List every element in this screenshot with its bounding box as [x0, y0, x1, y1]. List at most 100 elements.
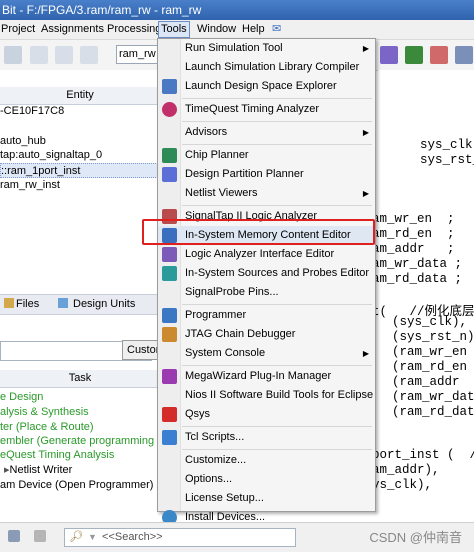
menu-item-label: Logic Analyzer Interface Editor [185, 248, 335, 260]
toolbar-button[interactable] [405, 46, 423, 64]
menu-tools[interactable]: Tools [158, 21, 190, 38]
menu-item-jtag-chain-debugger[interactable]: JTAG Chain Debugger [158, 325, 375, 344]
submenu-arrow-icon: ▶ [362, 189, 369, 198]
toolbar-button[interactable] [55, 46, 73, 64]
chip-icon [162, 148, 177, 163]
submenu-arrow-icon: ▶ [362, 128, 369, 137]
task-row[interactable]: ▸Netlist Writer [0, 463, 164, 478]
dse-icon [162, 79, 177, 94]
clock-icon [162, 102, 177, 117]
menu-item-in-system-sources-and-probes-editor[interactable]: In-System Sources and Probes Editor [158, 264, 375, 283]
task-row[interactable]: embler (Generate programming files) [0, 434, 160, 449]
code-line: (ram_wr_en [392, 345, 468, 359]
probe-icon [162, 266, 177, 281]
menu-separator [182, 205, 372, 206]
entity-header: Entity [0, 87, 160, 105]
task-row[interactable]: eQuest Timing Analysis [0, 448, 160, 463]
menu-item-label: Launch Simulation Library Compiler [185, 61, 360, 73]
entity-row[interactable]: tap:auto_signaltap_0 [0, 148, 160, 163]
tab-design-units[interactable]: Design Units [73, 298, 135, 310]
toolbar-button[interactable] [430, 46, 448, 64]
tab-files[interactable]: Files [16, 298, 39, 310]
code-line: (ram_rd_dat [392, 405, 474, 419]
menu-item-programmer[interactable]: Programmer [158, 306, 375, 325]
menu-item-label: Netlist Viewers [185, 187, 258, 199]
code-editor[interactable]: sys_clk sys_rst_ am_wr_en ; am_rd_en ; a… [372, 70, 474, 522]
menu-item-label: Advisors [185, 126, 228, 138]
menu-item-design-partition-planner[interactable]: Design Partition Planner [158, 165, 375, 184]
filter-icon[interactable] [34, 530, 46, 542]
highlight-annotation [142, 219, 375, 245]
menu-item-run-simulation-tool[interactable]: Run Simulation Tool ▶ [158, 39, 375, 58]
code-line: (ram_rd_en [392, 360, 468, 374]
menu-item-label: Customize... [185, 454, 247, 466]
toolbar-button[interactable] [4, 46, 22, 64]
menu-item-label: JTAG Chain Debugger [185, 328, 296, 340]
menu-item-launch-simulation-library-compiler[interactable]: Launch Simulation Library Compiler [158, 58, 375, 77]
menu-item-label: SignalProbe Pins... [185, 286, 279, 298]
menu-item-label: License Setup... [185, 492, 264, 504]
code-line: am_addr ; [372, 242, 455, 256]
entity-row[interactable]: ram_rw_inst [0, 178, 160, 193]
menu-item-qsys[interactable]: Qsys [158, 405, 375, 424]
task-row[interactable]: am Device (Open Programmer) [0, 478, 160, 493]
menu-assignments[interactable]: Assignments [41, 22, 104, 37]
menu-item-megawizard-plug-in-manager[interactable]: MegaWizard Plug-In Manager [158, 367, 375, 386]
task-row[interactable]: alysis & Synthesis [0, 405, 160, 420]
window-title: Bit - F:/FPGA/3.ram/ram_rw - ram_rw [2, 3, 202, 17]
menu-item-label: Design Partition Planner [185, 168, 304, 180]
search-icon: 🔎︎ [69, 531, 83, 543]
menu-item-license-setup[interactable]: License Setup... [158, 489, 375, 508]
submenu-arrow-icon: ▶ [362, 349, 369, 358]
menu-help[interactable]: Help [242, 22, 265, 37]
dropdown-icon: ▼ [88, 532, 97, 542]
menu-item-options[interactable]: Options... [158, 470, 375, 489]
toolbar-button[interactable] [380, 46, 398, 64]
menu-item-advisors[interactable]: Advisors ▶ [158, 123, 375, 142]
menu-item-launch-design-space-explorer[interactable]: Launch Design Space Explorer [158, 77, 375, 96]
help-chat-icon[interactable]: ✉ [272, 22, 281, 37]
menu-item-system-console[interactable]: System Console ▶ [158, 344, 375, 363]
entity-row-selected[interactable]: ::ram_1port_inst [0, 163, 160, 178]
menu-item-label: Chip Planner [185, 149, 249, 161]
code-line: (sys_clk), [392, 315, 468, 329]
design-units-icon [58, 298, 68, 308]
task-row[interactable]: ter (Place & Route) [0, 420, 160, 435]
toolbar-button[interactable] [455, 46, 473, 64]
menu-item-timequest-timing-analyzer[interactable]: TimeQuest Timing Analyzer [158, 100, 375, 119]
entity-row[interactable]: auto_hub [0, 134, 160, 149]
task-row[interactable]: e Design [0, 390, 160, 405]
menu-item-label: Options... [185, 473, 233, 485]
code-line: am_wr_data ; [372, 257, 463, 271]
search-input[interactable]: 🔎︎ ▼ <<Search>> [64, 528, 296, 547]
qsys-icon [162, 407, 177, 422]
task-header: Task [0, 370, 160, 388]
menu-item-customize[interactable]: Customize... [158, 451, 375, 470]
menu-item-label: Run Simulation Tool [185, 42, 283, 54]
menu-processing[interactable]: Processing [107, 22, 161, 37]
programmer-icon [162, 308, 177, 323]
entity-row[interactable]: -CE10F17C8 [0, 104, 160, 119]
submenu-arrow-icon: ▶ [362, 44, 369, 53]
collapse-icon[interactable] [8, 530, 20, 542]
menu-bar: Project Assignments Processing Tools Win… [0, 20, 474, 40]
menu-item-netlist-viewers[interactable]: Netlist Viewers ▶ [158, 184, 375, 203]
menu-item-signalprobe-pins[interactable]: SignalProbe Pins... [158, 283, 375, 302]
menu-item-nios-ii-software-build-tools-for-eclipse[interactable]: Nios II Software Build Tools for Eclipse [158, 386, 375, 405]
menu-item-tcl-scripts[interactable]: Tcl Scripts... [158, 428, 375, 447]
menu-project[interactable]: Project [1, 22, 35, 37]
code-line: am_wr_en ; [372, 212, 455, 226]
tools-menu: Run Simulation Tool ▶ Launch Simulation Li… [157, 38, 376, 525]
menu-item-logic-analyzer-interface-editor[interactable]: Logic Analyzer Interface Editor [158, 245, 375, 264]
toolbar-button[interactable] [30, 46, 48, 64]
menu-window[interactable]: Window [197, 22, 236, 37]
menu-item-label: System Console [185, 347, 266, 359]
revision-combo[interactable]: ram_rw [116, 45, 160, 64]
jtag-icon [162, 327, 177, 342]
toolbar-button[interactable] [80, 46, 98, 64]
code-line: am_addr), [372, 463, 440, 477]
menu-item-chip-planner[interactable]: Chip Planner [158, 146, 375, 165]
menu-item-label: In-System Sources and Probes Editor [185, 267, 370, 279]
lai-icon [162, 247, 177, 262]
code-line: ys_clk), [372, 478, 433, 492]
